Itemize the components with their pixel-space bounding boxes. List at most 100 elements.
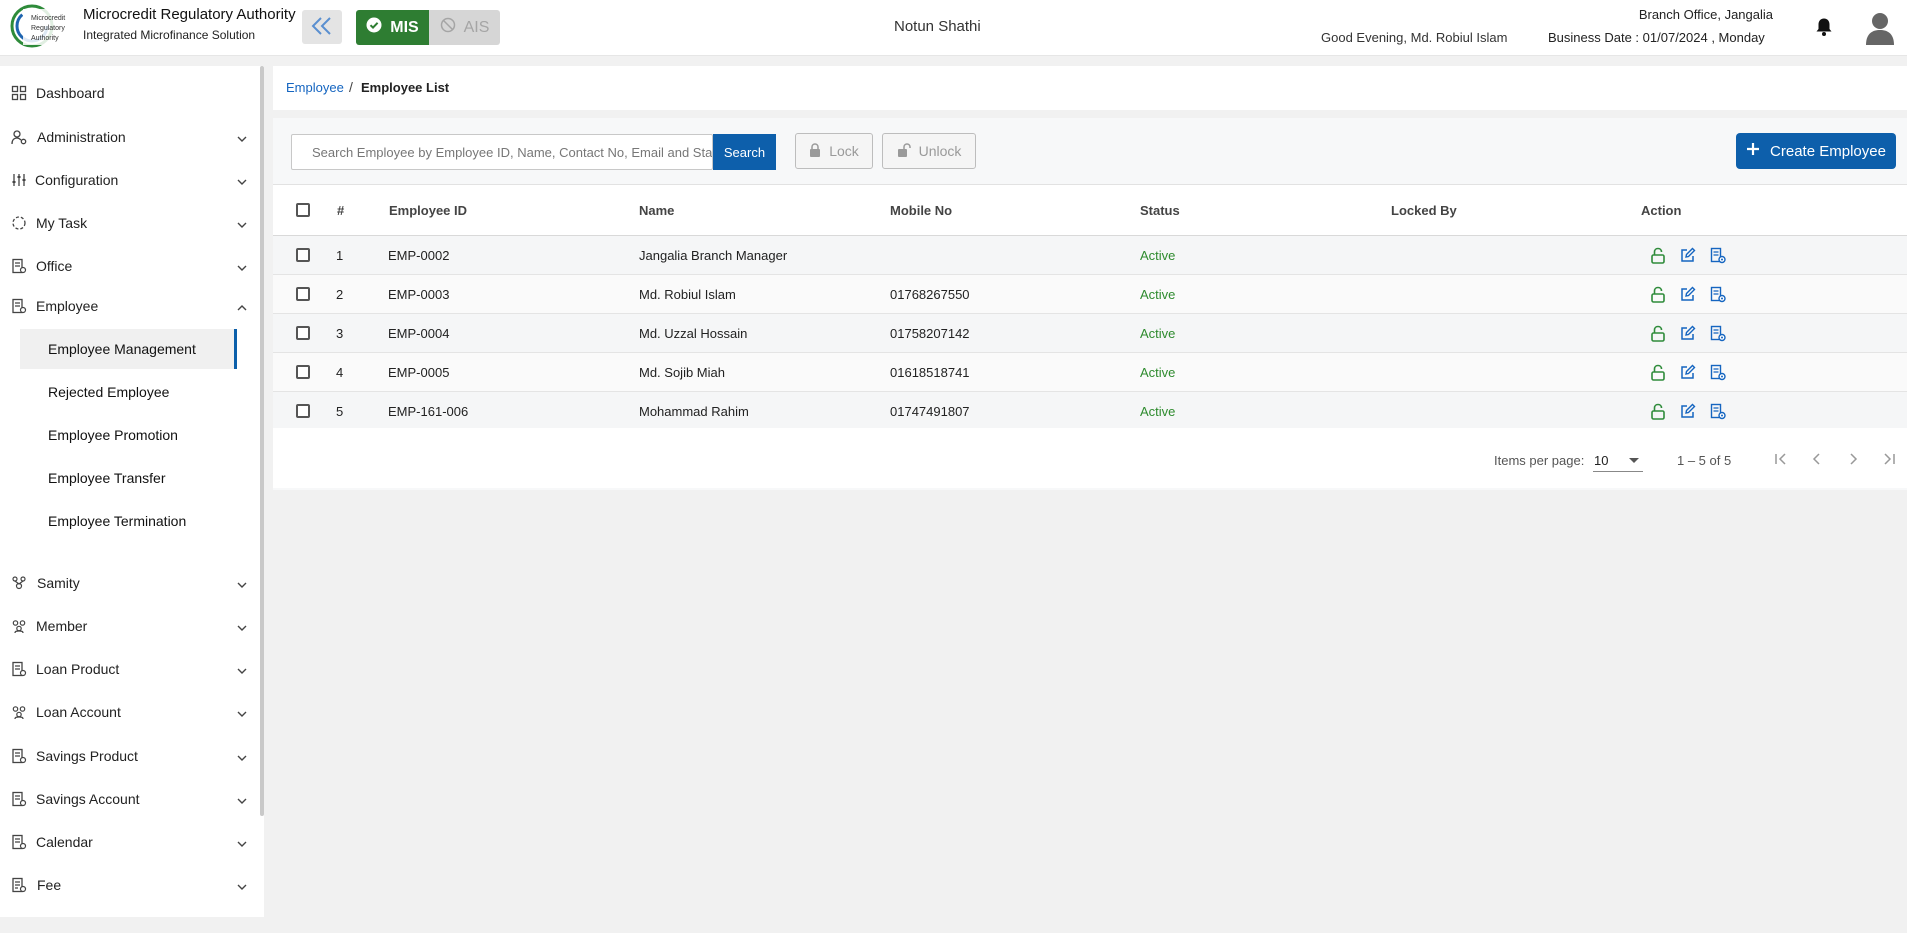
sidebar-item-office[interactable]: Office — [0, 251, 255, 281]
row-checkbox[interactable] — [296, 287, 310, 301]
savings-account-icon — [11, 791, 27, 807]
sidebar-item-my-task[interactable]: My Task — [0, 208, 255, 238]
chevron-down-icon — [236, 261, 248, 271]
member-icon — [11, 618, 27, 634]
sidebar-label: Samity — [37, 575, 80, 591]
employee-list-panel: Search Lock Unlock Create Employee # Emp… — [273, 118, 1907, 490]
edit-icon[interactable] — [1680, 247, 1696, 263]
table-row[interactable]: 1 EMP-0002 Jangalia Branch Manager Active — [273, 236, 1907, 275]
table-row[interactable]: 4 EMP-0005 Md. Sojib Miah 01618518741 Active — [273, 353, 1907, 392]
items-per-page-select[interactable]: 10 — [1593, 448, 1643, 472]
employee-icon — [11, 298, 27, 314]
sidebar-item-savings-account[interactable]: Savings Account — [0, 784, 255, 814]
ais-mode-button[interactable]: AIS — [429, 10, 500, 45]
column-header-locked-by[interactable]: Locked By — [1391, 185, 1457, 235]
unlock-icon[interactable] — [1650, 364, 1666, 381]
bell-icon[interactable] — [1815, 17, 1833, 40]
organization-name: Notun Shathi — [894, 18, 981, 35]
office-icon — [11, 258, 27, 274]
sidebar-label: Configuration — [35, 172, 119, 188]
row-select-cell — [296, 392, 310, 430]
edit-icon[interactable] — [1680, 325, 1696, 341]
table-row[interactable]: 3 EMP-0004 Md. Uzzal Hossain 01758207142 Act… — [273, 314, 1907, 353]
sidebar-item-dashboard[interactable]: Dashboard — [0, 78, 255, 108]
view-details-icon[interactable] — [1710, 247, 1726, 264]
cell-number: 3 — [336, 325, 344, 341]
view-details-icon[interactable] — [1710, 364, 1726, 381]
last-page-button[interactable] — [1874, 445, 1904, 475]
chevron-down-icon — [236, 707, 248, 717]
next-page-button[interactable] — [1838, 445, 1868, 475]
branch-office: Branch Office, Jangalia — [1638, 7, 1773, 22]
column-header-name[interactable]: Name — [639, 185, 674, 235]
sidebar-item-samity[interactable]: Samity — [0, 568, 255, 598]
row-checkbox[interactable] — [296, 404, 310, 418]
cell-number: 2 — [336, 286, 344, 302]
search-button[interactable]: Search — [713, 134, 776, 170]
toolbar: Search Lock Unlock Create Employee — [273, 118, 1907, 184]
sidebar-item-loan-product[interactable]: Loan Product — [0, 654, 255, 684]
sidebar-label: Loan Account — [36, 704, 121, 720]
previous-page-button[interactable] — [1802, 445, 1832, 475]
sidebar-item-employee[interactable]: Employee — [0, 291, 255, 321]
user-avatar[interactable] — [1865, 11, 1895, 48]
view-details-icon[interactable] — [1710, 403, 1726, 420]
select-all-checkbox[interactable] — [296, 203, 310, 217]
cell-actions — [1650, 275, 1726, 313]
cell-mobile: 01618518741 — [890, 364, 970, 380]
select-all-cell — [296, 185, 310, 235]
column-header-employee-id[interactable]: Employee ID — [389, 185, 467, 235]
sidebar-item-calendar[interactable]: Calendar — [0, 827, 255, 857]
sidebar-subitem-employee-termination[interactable]: Employee Termination — [20, 501, 237, 541]
sidebar-subitem-employee-management[interactable]: Employee Management — [20, 329, 237, 369]
sidebar-item-member[interactable]: Member — [0, 611, 255, 641]
cell-name: Md. Sojib Miah — [639, 364, 725, 380]
breadcrumb-employee-link[interactable]: Employee — [286, 80, 344, 95]
column-header-mobile[interactable]: Mobile No — [890, 185, 952, 235]
lock-button[interactable]: Lock — [795, 133, 873, 169]
unlock-button[interactable]: Unlock — [882, 133, 976, 169]
edit-icon[interactable] — [1680, 286, 1696, 302]
sidebar-item-loan-account[interactable]: Loan Account — [0, 697, 255, 727]
employee-table: # Employee ID Name Mobile No Status Lock… — [273, 184, 1907, 431]
edit-icon[interactable] — [1680, 364, 1696, 380]
collapse-sidebar-button[interactable] — [302, 10, 342, 44]
view-details-icon[interactable] — [1710, 325, 1726, 342]
edit-icon[interactable] — [1680, 403, 1696, 419]
row-checkbox[interactable] — [296, 248, 310, 262]
create-employee-button[interactable]: Create Employee — [1736, 133, 1896, 169]
table-row[interactable]: 5 EMP-161-006 Mohammad Rahim 01747491807 Act… — [273, 392, 1907, 431]
sidebar-scrollbar[interactable] — [260, 66, 264, 816]
first-page-button[interactable] — [1766, 445, 1796, 475]
view-details-icon[interactable] — [1710, 286, 1726, 303]
cell-name: Jangalia Branch Manager — [639, 247, 788, 263]
unlock-icon[interactable] — [1650, 403, 1666, 420]
sidebar-item-configuration[interactable]: Configuration — [0, 165, 255, 195]
cell-name: Md. Robiul Islam — [639, 286, 736, 302]
samity-icon — [11, 575, 27, 591]
subitem-label: Employee Promotion — [48, 427, 178, 443]
sidebar-subitem-employee-promotion[interactable]: Employee Promotion — [20, 415, 237, 455]
cell-mobile: 01747491807 — [890, 403, 970, 419]
sidebar-item-savings-product[interactable]: Savings Product — [0, 741, 255, 771]
cell-employee-id: EMP-161-006 — [388, 403, 469, 419]
unlock-icon[interactable] — [1650, 286, 1666, 303]
mis-label: MIS — [390, 18, 419, 36]
sidebar-item-fee[interactable]: Fee — [0, 870, 255, 900]
chevron-down-icon — [236, 132, 248, 142]
sidebar-subitem-employee-transfer[interactable]: Employee Transfer — [20, 458, 237, 498]
row-checkbox[interactable] — [296, 365, 310, 379]
table-row[interactable]: 2 EMP-0003 Md. Robiul Islam 01768267550 Acti… — [273, 275, 1907, 314]
sidebar-subitem-rejected-employee[interactable]: Rejected Employee — [20, 372, 237, 412]
create-employee-label: Create Employee — [1770, 142, 1886, 160]
unlock-icon[interactable] — [1650, 325, 1666, 342]
mis-mode-button[interactable]: MIS — [356, 10, 429, 45]
column-header-status[interactable]: Status — [1140, 185, 1180, 235]
unlock-icon[interactable] — [1650, 247, 1666, 264]
search-input[interactable] — [292, 135, 712, 169]
chevron-down-icon — [236, 175, 248, 185]
row-checkbox[interactable] — [296, 326, 310, 340]
sidebar-label: Savings Product — [36, 748, 138, 764]
sidebar-item-administration[interactable]: Administration — [0, 122, 255, 152]
subitem-label: Rejected Employee — [48, 384, 170, 400]
